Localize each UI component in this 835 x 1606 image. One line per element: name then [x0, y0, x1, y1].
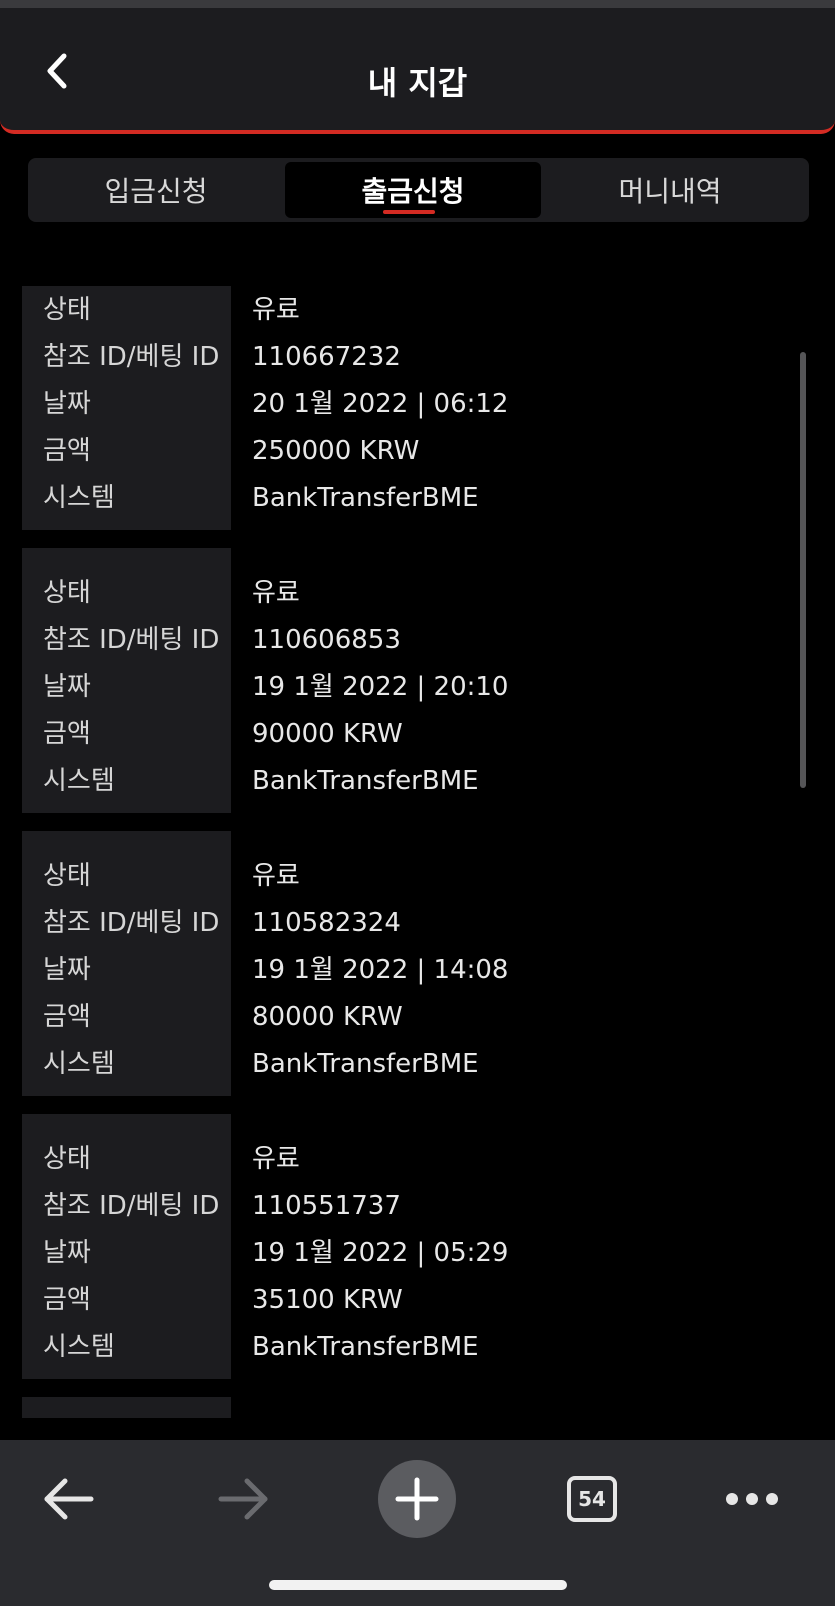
system-label: 시스템 [43, 1332, 115, 1362]
system-value: BankTransferBME [252, 766, 479, 796]
date-value: 19 1월 2022 | 14:08 [252, 955, 509, 985]
record-row-amount: 금액 90000 KRW [0, 714, 835, 754]
withdrawal-record: 상태 유료 참조 ID/베팅 ID 110551737 날짜 19 1월 202… [0, 1114, 835, 1379]
more-menu-button[interactable] [707, 1454, 797, 1544]
record-row-status: 상태 유료 [0, 1139, 835, 1179]
record-row-status: 상태 유료 [0, 856, 835, 896]
tab-label: 머니내역 [618, 175, 722, 208]
record-row-date: 날짜 19 1월 2022 | 05:29 [0, 1233, 835, 1273]
new-tab-button[interactable] [372, 1454, 462, 1544]
withdrawal-record: 상태 유료 [0, 1397, 835, 1418]
tab-withdrawal-request[interactable]: 출금신청 [285, 162, 541, 218]
date-value: 19 1월 2022 | 20:10 [252, 672, 509, 702]
status-value: 유료 [252, 295, 300, 325]
date-label: 날짜 [43, 1238, 91, 1268]
top-status-strip [0, 0, 835, 8]
page-title: 내 지갑 [367, 64, 468, 102]
status-value: 유료 [252, 578, 300, 608]
home-indicator[interactable] [269, 1580, 567, 1590]
date-label: 날짜 [43, 672, 91, 702]
date-value: 20 1월 2022 | 06:12 [252, 389, 509, 419]
ref-value: 110582324 [252, 908, 401, 938]
record-row-date: 날짜 19 1월 2022 | 20:10 [0, 667, 835, 707]
system-label: 시스템 [43, 483, 115, 513]
system-value: BankTransferBME [252, 483, 479, 513]
tab-label: 출금신청 [361, 175, 465, 208]
date-value: 19 1월 2022 | 05:29 [252, 1238, 509, 1268]
date-label: 날짜 [43, 955, 91, 985]
withdrawal-record: 상태 유료 참조 ID/베팅 ID 110667232 날짜 20 1월 202… [0, 286, 835, 530]
withdrawal-record: 상태 유료 참조 ID/베팅 ID 110606853 날짜 19 1월 202… [0, 548, 835, 813]
system-value: BankTransferBME [252, 1049, 479, 1079]
new-tab-circle [378, 1460, 456, 1538]
record-row-date: 날짜 20 1월 2022 | 06:12 [0, 384, 835, 424]
withdrawal-record: 상태 유료 참조 ID/베팅 ID 110582324 날짜 19 1월 202… [0, 831, 835, 1096]
tab-label: 입금신청 [104, 175, 208, 208]
amount-label: 금액 [43, 1285, 91, 1315]
record-row-ref: 참조 ID/베팅 ID 110606853 [0, 620, 835, 660]
amount-label: 금액 [43, 719, 91, 749]
status-label: 상태 [43, 861, 91, 891]
more-horizontal-icon [726, 1493, 778, 1505]
record-row-system: 시스템 BankTransferBME [0, 761, 835, 801]
amount-label: 금액 [43, 1002, 91, 1032]
tab-deposit-request[interactable]: 입금신청 [28, 162, 284, 218]
record-row-date: 날짜 19 1월 2022 | 14:08 [0, 950, 835, 990]
ref-value: 110667232 [252, 342, 401, 372]
record-label-panel [22, 1397, 231, 1418]
browser-back-button[interactable] [24, 1454, 114, 1544]
system-value: BankTransferBME [252, 1332, 479, 1362]
amount-value: 90000 KRW [252, 719, 403, 749]
record-row-ref: 참조 ID/베팅 ID 110667232 [0, 337, 835, 377]
amount-value: 250000 KRW [252, 436, 420, 466]
date-label: 날짜 [43, 389, 91, 419]
amount-label: 금액 [43, 436, 91, 466]
amount-value: 35100 KRW [252, 1285, 403, 1315]
list-scrollbar[interactable] [800, 352, 806, 788]
system-label: 시스템 [43, 766, 115, 796]
record-row-system: 시스템 BankTransferBME [0, 1044, 835, 1084]
tab-count: 54 [578, 1487, 606, 1511]
status-label: 상태 [43, 295, 91, 325]
app-header: 내 지갑 [0, 8, 835, 134]
record-row-system: 시스템 BankTransferBME [0, 1327, 835, 1367]
arrow-left-icon [44, 1478, 94, 1520]
amount-value: 80000 KRW [252, 1002, 403, 1032]
ref-value: 110551737 [252, 1191, 401, 1221]
record-row-amount: 금액 35100 KRW [0, 1280, 835, 1320]
ref-label: 참조 ID/베팅 ID [43, 342, 220, 372]
status-value: 유료 [252, 1144, 300, 1174]
record-row-ref: 참조 ID/베팅 ID 110551737 [0, 1186, 835, 1226]
browser-forward-button[interactable] [198, 1454, 288, 1544]
ref-label: 참조 ID/베팅 ID [43, 908, 220, 938]
browser-toolbar: 54 [0, 1440, 835, 1606]
tab-money-history[interactable]: 머니내역 [542, 162, 798, 218]
ref-value: 110606853 [252, 625, 401, 655]
record-row-status: 상태 유료 [0, 290, 835, 330]
wallet-tabs: 입금신청 출금신청 머니내역 [28, 158, 809, 222]
record-row-amount: 금액 80000 KRW [0, 997, 835, 1037]
ref-label: 참조 ID/베팅 ID [43, 1191, 220, 1221]
status-label: 상태 [43, 578, 91, 608]
status-value: 유료 [252, 861, 300, 891]
system-label: 시스템 [43, 1049, 115, 1079]
record-row-amount: 금액 250000 KRW [0, 431, 835, 471]
withdrawal-list[interactable]: 상태 유료 참조 ID/베팅 ID 110667232 날짜 20 1월 202… [0, 286, 835, 1418]
ref-label: 참조 ID/베팅 ID [43, 625, 220, 655]
record-row-system: 시스템 BankTransferBME [0, 478, 835, 518]
tab-switcher-icon: 54 [567, 1476, 617, 1522]
plus-icon [395, 1477, 439, 1521]
status-label: 상태 [43, 1144, 91, 1174]
record-row-ref: 참조 ID/베팅 ID 110582324 [0, 903, 835, 943]
tab-switcher-button[interactable]: 54 [547, 1454, 637, 1544]
record-row-status: 상태 유료 [0, 573, 835, 613]
arrow-right-icon [218, 1478, 268, 1520]
active-tab-indicator [383, 210, 435, 214]
